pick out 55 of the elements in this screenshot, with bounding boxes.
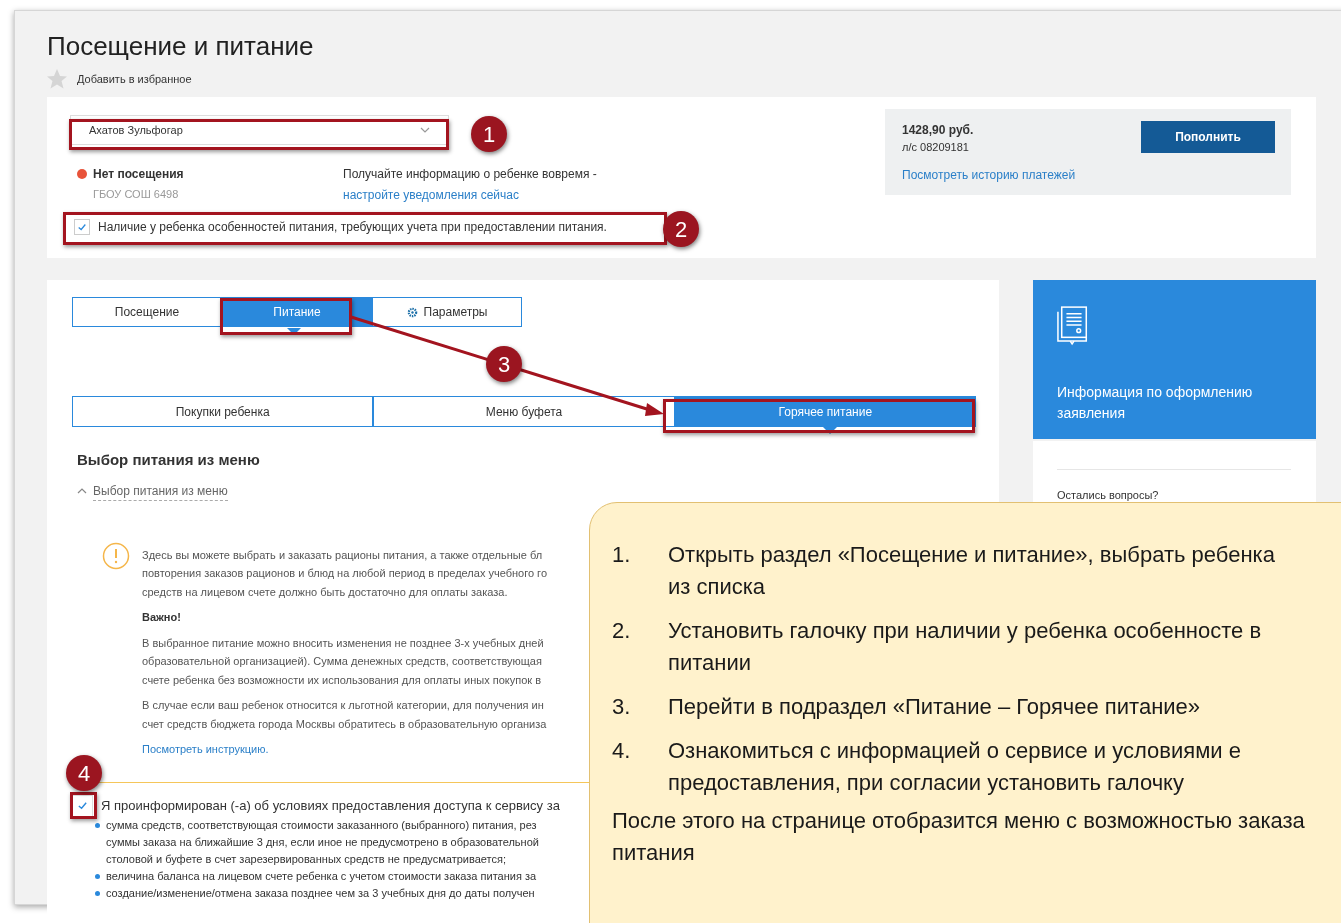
info-card[interactable]: Информация по оформлению заявления bbox=[1033, 280, 1316, 439]
step-number: 4. bbox=[612, 737, 632, 765]
warning-icon bbox=[102, 541, 130, 570]
important-label: Важно! bbox=[142, 610, 182, 625]
chevron-down-icon bbox=[420, 127, 430, 133]
info-text-line: средств на лицевом счете должно быть достаточно для оплаты заказа. bbox=[142, 584, 509, 600]
instruction-link[interactable]: Посмотреть инструкцию. bbox=[142, 740, 547, 759]
note-footer: После этого на странице отобразится меню с возможностью заказа питания bbox=[612, 805, 1341, 869]
chevron-up-icon[interactable] bbox=[77, 488, 87, 494]
school-name: ГБОУ СОШ 6498 bbox=[92, 187, 180, 202]
bullet-text-line: создание/изменение/отмена заказа позднее чем за 3 учебных дня до даты получен bbox=[106, 885, 535, 901]
page-title: Посещение и питание bbox=[47, 30, 315, 63]
notice-text: Получайте информацию о ребенке вовремя - bbox=[343, 166, 597, 183]
check-icon bbox=[77, 222, 87, 232]
diet-checkbox[interactable] bbox=[74, 219, 90, 235]
bullet-text-line: столовой и буфете в счет зарезервированных средств не предусматривается; bbox=[106, 851, 507, 867]
check-icon bbox=[76, 800, 88, 811]
section-heading: Выбор питания из меню bbox=[77, 450, 261, 470]
tab[interactable]: Параметры bbox=[372, 297, 522, 327]
balance-amount: 1428,90 руб. bbox=[902, 122, 975, 139]
gear-icon bbox=[406, 306, 418, 318]
step-text: Установить галочку при наличии у ребенка особенносте в питании bbox=[668, 617, 1263, 677]
step-number: 2. bbox=[612, 617, 632, 645]
step-text: Перейти в подраздел «Питание – Горячее питание» bbox=[668, 693, 1202, 721]
account-number: л/с 08209181 bbox=[902, 140, 970, 155]
info-text-line: В выбранное питание можно вносить изменения не позднее 3-х учебных дней bbox=[142, 635, 545, 651]
consent-label: Я проинформирован (-а) об условиях предоставления доступа к сервису за bbox=[101, 796, 560, 815]
top-up-button[interactable]: Пополнить bbox=[1141, 121, 1275, 153]
tab[interactable]: Посещение bbox=[72, 297, 222, 327]
step-text: Ознакомиться с информацией о сервисе и условиями е предоставления, при согласии установить галочку bbox=[668, 737, 1242, 797]
subtab[interactable]: Покупки ребенка bbox=[72, 396, 374, 427]
info-text-line: счет средств бюджета города Москвы обратитесь в образовательную организа bbox=[142, 716, 547, 732]
child-dropdown[interactable]: Ахатов Зульфогар bbox=[70, 115, 449, 145]
star-icon[interactable] bbox=[45, 67, 69, 91]
notifications-link[interactable]: настройте уведомления сейчас bbox=[343, 186, 597, 204]
info-text-line: повторения заказов рационов и блюд на любой период в пределах учебного го bbox=[142, 566, 547, 581]
bullet-text-line: величина баланса на лицевом счете ребенка с учетом стоимости заказа питания за bbox=[106, 868, 537, 884]
info-card-title: Информация по оформлению заявления bbox=[1057, 383, 1254, 423]
payment-history-link[interactable]: Посмотреть историю платежей bbox=[902, 165, 1141, 184]
step-text: Открыть раздел «Посещение и питание», выбрать ребенка из списка bbox=[668, 541, 1276, 601]
favorite-link[interactable]: Добавить в избранное bbox=[77, 70, 192, 88]
bullet-text-line: сумма средств, соответствующая стоимости заказанного (выбранного) питания, рез bbox=[106, 817, 538, 833]
highlight-frame bbox=[70, 792, 97, 819]
info-text-line: образовательной организацией). Сумма денежных средств, соответствующая bbox=[142, 654, 543, 669]
diet-checkbox-label: Наличие у ребенка особенностей питания, требующих учета при предоставлении питания. bbox=[98, 219, 607, 236]
step-number: 3. bbox=[612, 693, 632, 721]
info-text-line: счете ребенка без возможности их использования для оплаты иных покупок в bbox=[142, 672, 543, 688]
info-text-line: В случае если ваш ребенок относится к льготной категории, для получения ин bbox=[142, 698, 545, 713]
attendance-status: Нет посещения bbox=[93, 166, 184, 183]
bullet-text-line: суммы заказа на ближайшие 3 дня, если иное не предусмотрено в образовательной bbox=[106, 834, 539, 850]
info-text-line: Здесь вы можете выбрать и заказать рационы питания, а также отдельные бл bbox=[142, 547, 544, 563]
questions-heading: Остались вопросы? bbox=[1057, 488, 1160, 503]
step-number: 1. bbox=[612, 541, 632, 569]
section-toggle[interactable]: Выбор питания из меню bbox=[93, 481, 228, 501]
subtab[interactable]: Меню буфета bbox=[373, 396, 675, 427]
